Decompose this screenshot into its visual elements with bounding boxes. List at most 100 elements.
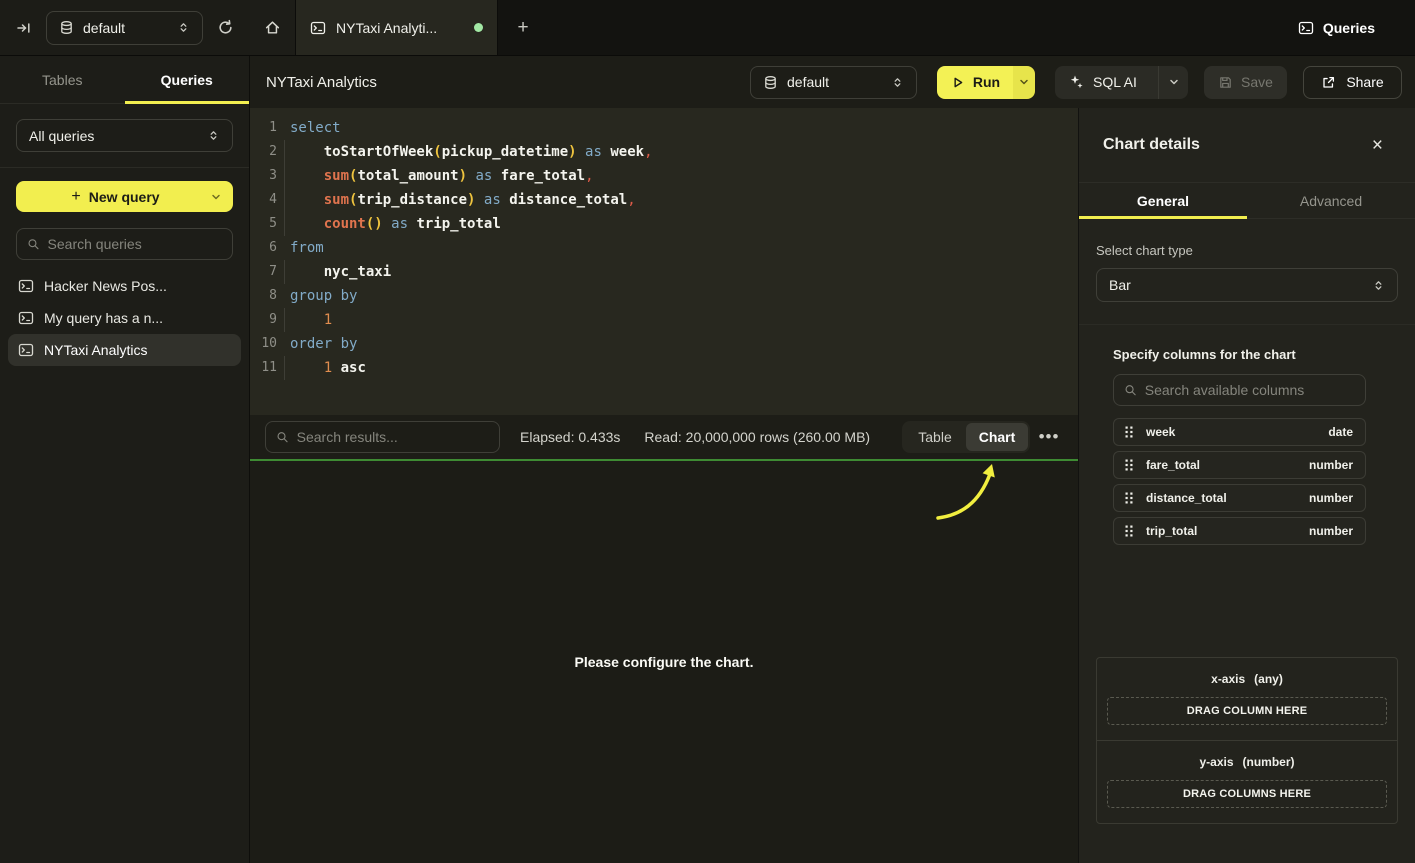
column-chip-list: weekdate fare_totalnumber distance_totalnu… (1113, 418, 1366, 545)
chart-type-label: Select chart type (1096, 243, 1398, 258)
view-tab-chart[interactable]: Chart (966, 423, 1028, 451)
tab-general[interactable]: General (1079, 183, 1247, 218)
chevron-up-down-icon (177, 21, 190, 34)
query-list-item[interactable]: My query has a n... (8, 302, 241, 334)
share-button[interactable]: Share (1303, 66, 1402, 99)
database-selector-value: default (83, 20, 125, 36)
y-axis-title: y-axis (number) (1107, 755, 1387, 769)
code-line: 9 1 (250, 308, 1078, 332)
tab-queries[interactable]: Queries (125, 56, 250, 103)
code-line: 2 toStartOfWeek(pickup_datetime) as week… (250, 140, 1078, 164)
panel-title: Chart details (1103, 136, 1200, 154)
run-options-dropdown[interactable] (1013, 66, 1035, 99)
queries-button-label: Queries (1323, 20, 1375, 36)
tab-advanced[interactable]: Advanced (1247, 183, 1415, 218)
tab-general-label: General (1137, 193, 1189, 209)
sql-ai-button[interactable]: SQL AI (1055, 66, 1188, 99)
refresh-icon[interactable] (217, 19, 234, 36)
new-query-button[interactable]: + New query (16, 181, 233, 212)
query-list: Hacker News Pos...My query has a n...NYT… (0, 270, 249, 366)
query-terminal-icon (18, 342, 34, 358)
panel-body: Select chart type Bar Specify columns fo… (1079, 219, 1415, 863)
query-filter-select[interactable]: All queries (16, 119, 233, 152)
column-chip-fare_total[interactable]: fare_totalnumber (1113, 451, 1366, 479)
tab-nytaxi-analytics[interactable]: NYTaxi Analyti... (296, 0, 498, 55)
plus-icon: + (71, 188, 80, 206)
y-axis-drop-hint: DRAG COLUMNS HERE (1183, 788, 1311, 800)
tab-strip: NYTaxi Analyti... + Queries (250, 0, 1415, 55)
columns-search-input[interactable] (1145, 382, 1355, 398)
save-button[interactable]: Save (1204, 66, 1287, 99)
app-window: default NYTaxi Analyti... + Queries (0, 0, 1415, 863)
run-database-value: default (787, 74, 829, 90)
divider (1079, 324, 1415, 325)
view-table-label: Table (918, 429, 951, 445)
query-search-input[interactable] (48, 236, 222, 252)
query-terminal-icon (18, 310, 34, 326)
save-icon (1218, 75, 1233, 90)
line-number: 8 (250, 284, 290, 308)
column-chip-distance_total[interactable]: distance_totalnumber (1113, 484, 1366, 512)
annotation-arrow (913, 461, 1033, 531)
collapse-sidebar-icon[interactable] (16, 20, 32, 36)
code-line: 11 1 asc (250, 356, 1078, 380)
panel-header: Chart details × (1079, 108, 1415, 183)
database-selector[interactable]: default (46, 11, 203, 45)
column-type: number (1309, 458, 1353, 472)
column-chip-trip_total[interactable]: trip_totalnumber (1113, 517, 1366, 545)
line-number: 10 (250, 332, 290, 356)
database-icon (763, 75, 778, 90)
content-column: NYTaxi Analytics default (250, 56, 1415, 863)
run-button-main[interactable]: Run (937, 66, 1013, 99)
close-icon[interactable]: × (1372, 136, 1383, 155)
view-tab-table[interactable]: Table (904, 423, 966, 451)
app-body: Tables Queries All queries + New query (0, 56, 1415, 863)
play-icon (950, 75, 965, 90)
results-search-input[interactable] (297, 429, 489, 445)
results-toolbar: Elapsed: 0.433s Read: 20,000,000 rows (2… (250, 415, 1078, 459)
run-button[interactable]: Run (937, 66, 1035, 99)
column-chip-week[interactable]: weekdate (1113, 418, 1366, 446)
tab-tables-label: Tables (42, 72, 82, 88)
elapsed-time: Elapsed: 0.433s (520, 429, 620, 445)
sql-ai-dropdown[interactable] (1158, 66, 1188, 99)
chart-area: Please configure the chart. (250, 461, 1078, 863)
unsaved-changes-dot (474, 23, 483, 32)
x-axis-drop-zone[interactable]: DRAG COLUMN HERE (1107, 697, 1387, 725)
page-title: NYTaxi Analytics (266, 74, 377, 91)
home-tab[interactable] (250, 0, 296, 55)
code-line: 4 sum(trip_distance) as distance_total, (250, 188, 1078, 212)
chart-type-select[interactable]: Bar (1096, 268, 1398, 302)
sql-editor[interactable]: 1select2 toStartOfWeek(pickup_datetime) … (250, 108, 1078, 415)
sql-ai-label: SQL AI (1093, 74, 1137, 90)
chart-placeholder-message: Please configure the chart. (575, 654, 754, 670)
column-type: date (1328, 425, 1353, 439)
search-icon (276, 430, 289, 444)
x-axis-title: x-axis (any) (1107, 672, 1387, 686)
new-query-dropdown[interactable] (207, 191, 225, 203)
results-search[interactable] (265, 421, 500, 453)
more-options-icon[interactable]: ••• (1032, 427, 1066, 447)
top-bar-left: default (0, 0, 250, 55)
sidebar: Tables Queries All queries + New query (0, 56, 250, 863)
panel-tabs: General Advanced (1079, 183, 1415, 219)
tab-tables[interactable]: Tables (0, 56, 125, 103)
drag-handle-icon (1124, 425, 1134, 439)
code-line: 3 sum(total_amount) as fare_total, (250, 164, 1078, 188)
view-toggle: Table Chart (902, 421, 1030, 453)
y-axis-drop-zone[interactable]: DRAG COLUMNS HERE (1107, 780, 1387, 808)
tab-advanced-label: Advanced (1300, 193, 1362, 209)
query-search[interactable] (16, 228, 233, 260)
code-line: 6from (250, 236, 1078, 260)
queries-button[interactable]: Queries (1298, 0, 1375, 55)
query-filter-value: All queries (29, 128, 94, 144)
queries-icon (1298, 20, 1314, 36)
run-database-selector[interactable]: default (750, 66, 917, 99)
workspace: 1select2 toStartOfWeek(pickup_datetime) … (250, 108, 1078, 863)
query-list-item[interactable]: NYTaxi Analytics (8, 334, 241, 366)
content-row: 1select2 toStartOfWeek(pickup_datetime) … (250, 108, 1415, 863)
columns-search[interactable] (1113, 374, 1366, 406)
new-tab-button[interactable]: + (498, 0, 548, 55)
query-list-item[interactable]: Hacker News Pos... (8, 270, 241, 302)
search-icon (27, 237, 40, 251)
